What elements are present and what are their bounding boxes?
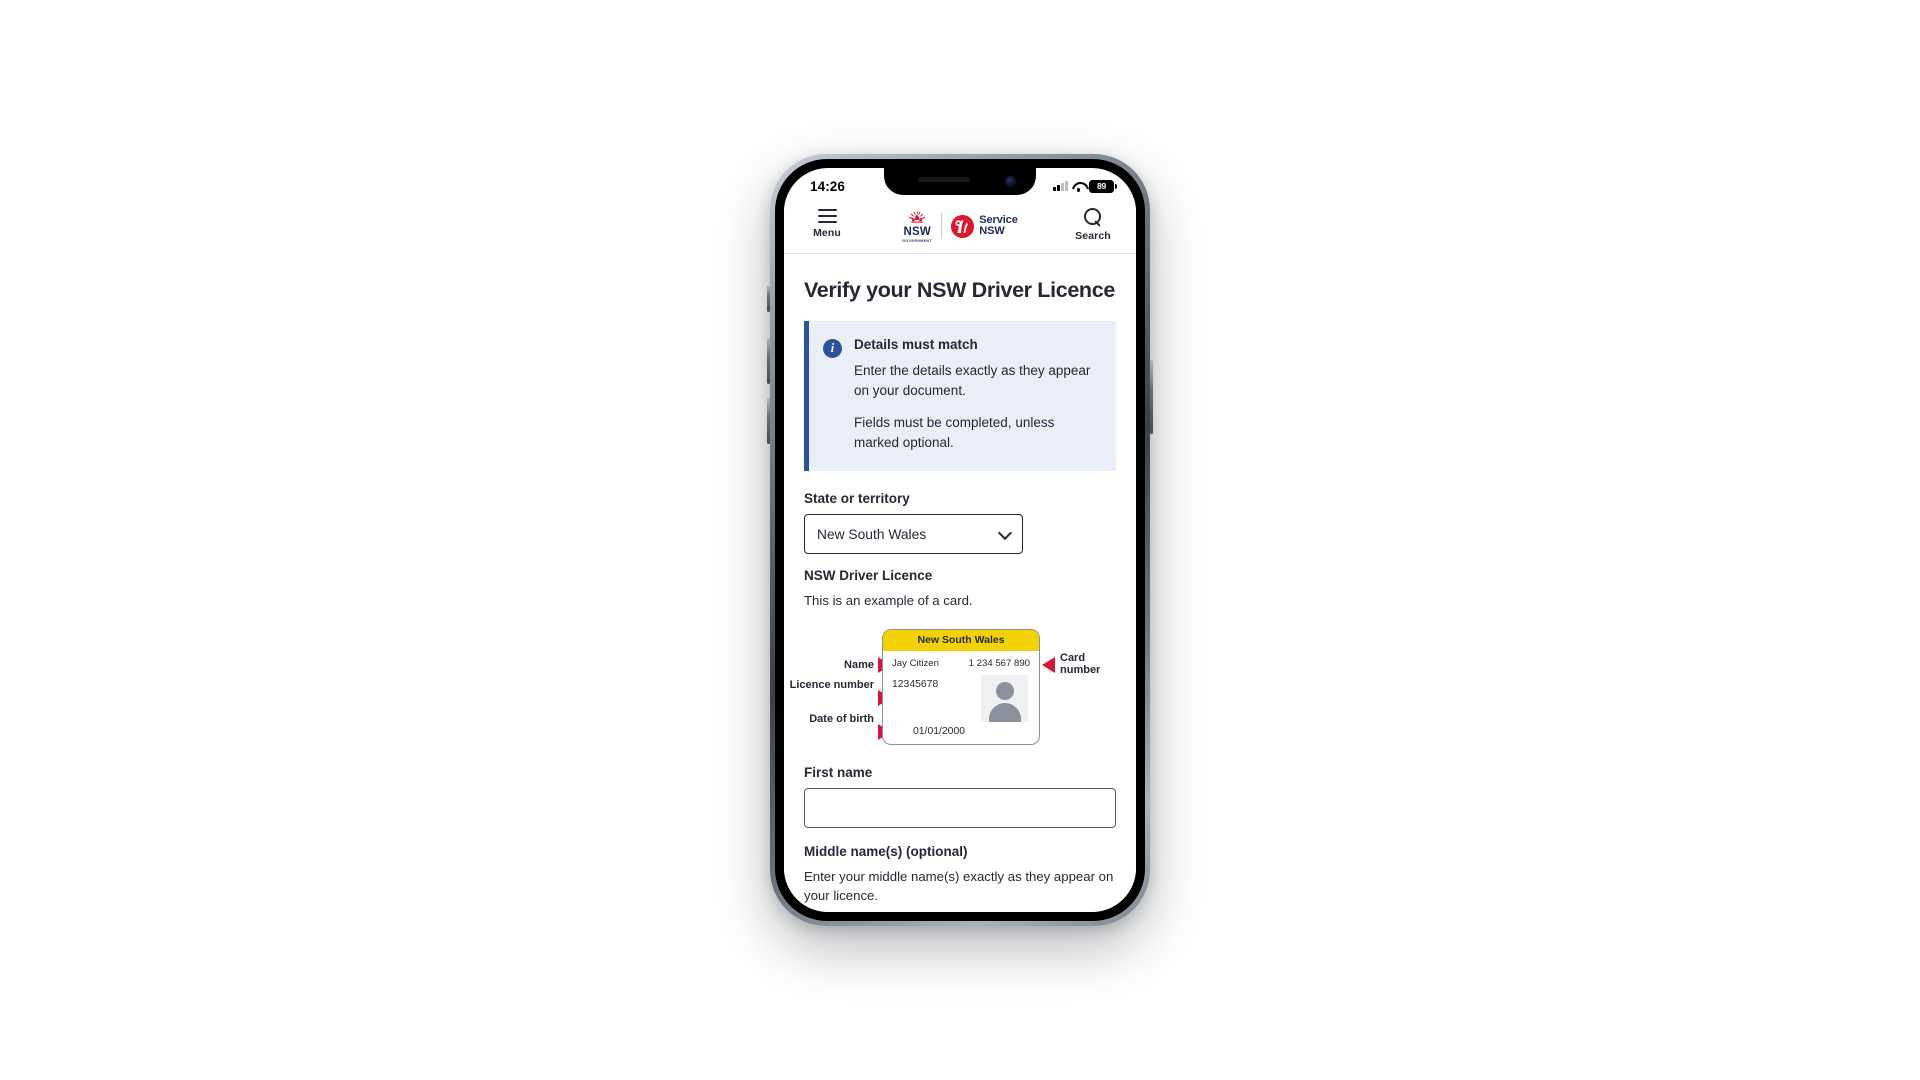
nsw-government-logo[interactable]: NSW GOVERNMENT xyxy=(902,209,932,243)
header-logos[interactable]: NSW GOVERNMENT Service NSW xyxy=(902,206,1018,243)
page-content: Verify your NSW Driver Licence i Details… xyxy=(784,254,1136,912)
search-button[interactable]: Search xyxy=(1070,206,1116,242)
silent-switch[interactable] xyxy=(767,286,770,312)
status-bar: 14:26 89 xyxy=(784,168,1136,198)
phone-device-frame: 14:26 89 Menu NSW GOVERNMENT Service NSW… xyxy=(767,154,1153,926)
callout-label-name: Name xyxy=(844,658,874,671)
state-or-territory-label: State or territory xyxy=(804,491,910,507)
site-header: Menu NSW GOVERNMENT Service NSW Search xyxy=(784,198,1136,255)
page-title: Verify your NSW Driver Licence xyxy=(804,278,1115,303)
nsw-waratah-icon xyxy=(908,210,926,223)
middle-names-label: Middle name(s) (optional) xyxy=(804,843,968,859)
callout-label-card-number: Card number xyxy=(1060,651,1101,677)
person-placeholder-icon xyxy=(981,674,1028,722)
callout-label-licence-number: Licence number xyxy=(789,678,874,691)
status-bar-indicators: 89 xyxy=(1053,174,1117,193)
service-nsw-wordmark: Service NSW xyxy=(979,214,1018,238)
nsw-wordmark: NSW xyxy=(903,226,931,238)
pointer-arrow-card-number xyxy=(1042,656,1055,673)
volume-up-button[interactable] xyxy=(767,338,770,384)
search-icon xyxy=(1083,208,1102,226)
nsw-government-subword: GOVERNMENT xyxy=(902,238,933,243)
service-nsw-roundel-icon xyxy=(951,214,975,238)
service-nsw-line2: NSW xyxy=(979,225,1005,238)
battery-percent-label: 89 xyxy=(1096,181,1107,191)
callout-body: Details must match Enter the details exa… xyxy=(854,337,1098,453)
card-date-of-birth-value: 01/01/2000 xyxy=(913,725,966,737)
volume-down-button[interactable] xyxy=(767,398,770,444)
hamburger-menu-icon xyxy=(817,209,837,223)
screenshot-stage: 14:26 89 Menu NSW GOVERNMENT Service NSW… xyxy=(0,0,1920,1080)
service-nsw-logo[interactable]: Service NSW xyxy=(951,214,1018,238)
battery-icon: 89 xyxy=(1089,179,1117,193)
card-number-value: 1 234 567 890 xyxy=(968,657,1030,669)
card-example-heading: NSW Driver Licence xyxy=(804,568,933,584)
card-example-subtext: This is an example of a card. xyxy=(804,593,973,609)
licence-card-illustration: Name Licence number Date of birth Card n… xyxy=(784,628,1136,751)
card-state-band: New South Wales xyxy=(883,629,1039,651)
wifi-icon xyxy=(1072,181,1085,192)
details-must-match-callout: i Details must match Enter the details e… xyxy=(804,321,1116,472)
state-or-territory-select-wrapper[interactable]: New South Wales xyxy=(804,514,1023,555)
logo-divider xyxy=(941,213,943,240)
first-name-input[interactable] xyxy=(804,787,1116,828)
power-button[interactable] xyxy=(1150,360,1153,434)
phone-bezel: 14:26 89 Menu NSW GOVERNMENT Service NSW… xyxy=(775,159,1145,921)
menu-button-label: Menu xyxy=(813,227,841,239)
menu-button[interactable]: Menu xyxy=(804,206,850,239)
search-button-label: Search xyxy=(1075,230,1111,242)
cellular-signal-icon xyxy=(1053,181,1068,191)
info-icon: i xyxy=(823,339,842,359)
middle-names-hint: Enter your middle name(s) exactly as the… xyxy=(804,868,1114,904)
sample-licence-card: New South Wales Jay Citizen 1 234 567 89… xyxy=(882,628,1040,745)
callout-paragraph-2: Fields must be completed, unless marked … xyxy=(854,414,1055,450)
state-or-territory-select[interactable]: New South Wales xyxy=(804,514,1023,555)
card-name-value: Jay Citizen xyxy=(892,657,939,669)
callout-paragraph-1: Enter the details exactly as they appear… xyxy=(854,363,1091,399)
callout-label-date-of-birth: Date of birth xyxy=(809,712,874,725)
first-name-label: First name xyxy=(804,764,873,780)
callout-title: Details must match xyxy=(854,337,978,353)
card-top-row: Jay Citizen 1 234 567 890 xyxy=(883,651,1039,669)
status-bar-clock: 14:26 xyxy=(810,178,846,194)
phone-screen: 14:26 89 Menu NSW GOVERNMENT Service NSW… xyxy=(784,168,1136,912)
card-licence-number-value: 12345678 xyxy=(892,678,939,690)
